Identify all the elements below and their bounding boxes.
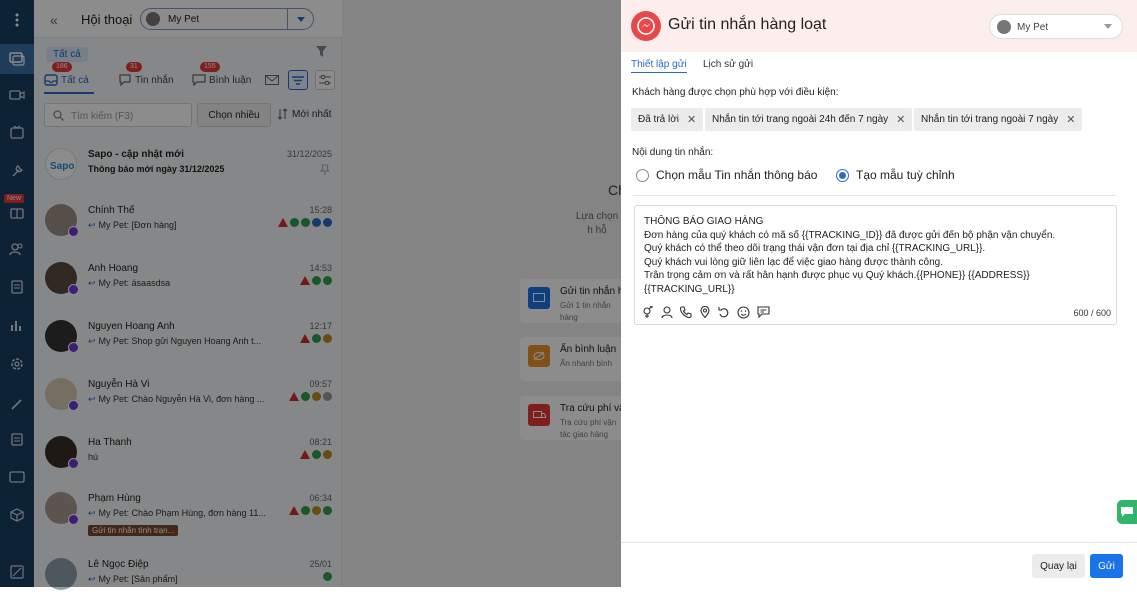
chip-label: Đã trả lời	[638, 114, 680, 125]
messenger-icon	[631, 11, 661, 41]
location-icon[interactable]	[699, 306, 711, 319]
char-counter: 600 / 600	[1073, 308, 1111, 318]
message-editor[interactable]: THÔNG BÁO GIAO HÀNG Đơn hàng của quý khác…	[634, 205, 1117, 325]
chip-label: Nhắn tin tới trang ngoài 24h đến 7 ngày	[712, 114, 889, 125]
chat-widget-button[interactable]	[1117, 500, 1137, 524]
send-button[interactable]: Gửi	[1090, 554, 1123, 578]
message-line: {{TRACKING_URL}}	[644, 283, 735, 295]
condition-chip: Nhắn tin tới trang ngoài 24h đến 7 ngày ✕	[705, 108, 913, 131]
back-button[interactable]: Quay lại	[1032, 554, 1085, 578]
footer-divider	[621, 542, 1137, 543]
editor-toolbar	[642, 306, 770, 319]
page-name: My Pet	[1017, 22, 1049, 33]
modal-title: Gửi tin nhắn hàng loạt	[668, 16, 827, 33]
quick-reply-icon[interactable]	[757, 306, 770, 319]
message-line: Quý khách có thể theo dõi trạng thái vận…	[644, 243, 986, 254]
message-line: THÔNG BÁO GIAO HÀNG	[644, 216, 764, 227]
modal-header: Gửi tin nhắn hàng loạt My Pet	[621, 0, 1137, 52]
page-avatar	[997, 20, 1011, 34]
chip-label: Nhắn tin tới trang ngoài 7 ngày	[921, 114, 1059, 125]
custom-radio-option[interactable]: Tạo mẫu tuỳ chỉnh	[836, 168, 955, 182]
close-icon[interactable]: ✕	[896, 113, 905, 126]
tab-send-settings[interactable]: Thiết lập gửi	[631, 59, 687, 70]
content-label: Nội dung tin nhắn:	[632, 147, 714, 158]
message-text[interactable]: THÔNG BÁO GIAO HÀNG Đơn hàng của quý khác…	[644, 215, 1055, 296]
tab-send-history[interactable]: Lịch sử gửi	[703, 59, 753, 70]
chat-icon	[1121, 507, 1133, 517]
modal-backdrop[interactable]	[0, 0, 621, 587]
conditions-label: Khách hàng được chọn phù hợp với điều ki…	[632, 87, 839, 98]
divider	[633, 195, 1116, 196]
close-icon[interactable]: ✕	[1066, 113, 1075, 126]
close-icon[interactable]: ✕	[687, 113, 696, 126]
phone-icon[interactable]	[680, 306, 692, 319]
chevron-down-icon	[1104, 24, 1112, 29]
tab-underline	[631, 72, 687, 73]
emoji-icon[interactable]	[737, 306, 750, 319]
message-line: Quý khách vui lòng giữ liên lạc để việc …	[644, 256, 944, 268]
message-line: Đơn hàng của quý khách có mã số {{TRACKI…	[644, 229, 1056, 241]
radio-checked-icon[interactable]	[836, 168, 849, 182]
condition-chip: Đã trả lời ✕	[631, 108, 704, 131]
radio-label: Chọn mẫu Tin nhắn thông báo	[656, 168, 818, 182]
undo-icon[interactable]	[718, 306, 730, 319]
condition-chip: Nhắn tin tới trang ngoài 7 ngày ✕	[914, 108, 1083, 131]
radio-label: Tạo mẫu tuỳ chỉnh	[856, 168, 955, 182]
gender-icon[interactable]	[642, 306, 654, 319]
radio-unchecked-icon[interactable]	[636, 168, 649, 182]
modal-page-selector[interactable]: My Pet	[989, 14, 1123, 39]
bulk-message-modal: Gửi tin nhắn hàng loạt My Pet Thiết lập …	[621, 0, 1137, 587]
message-line: Trân trọng cảm ơn và rất hân hạnh được p…	[644, 270, 1030, 281]
template-radio-option[interactable]: Chọn mẫu Tin nhắn thông báo	[636, 168, 817, 182]
user-icon[interactable]	[661, 306, 673, 319]
